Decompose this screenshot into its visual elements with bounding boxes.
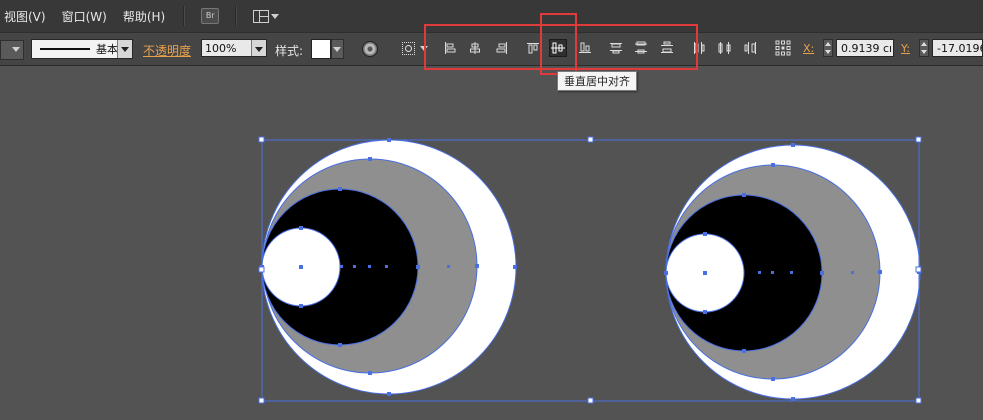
chevron-down-icon [271,13,280,19]
reference-point-button[interactable] [774,39,792,57]
stroke-weight-dropdown[interactable] [0,40,24,60]
isolate-group-icon[interactable] [402,42,415,55]
x-label[interactable]: X: [803,42,814,55]
stroke-profile-arrow[interactable] [117,40,132,58]
chevron-down-icon [255,47,263,52]
reference-point-icon [775,40,791,56]
artboard-canvas[interactable] [0,66,983,420]
graphic-style-swatch[interactable] [311,39,331,59]
variable-width-profile-select[interactable]: 基本 [31,39,133,59]
distribute-right-icon [744,42,756,54]
menu-divider [235,6,238,26]
y-stepper[interactable] [919,39,929,57]
chevron-down-icon [12,47,20,52]
bridge-button[interactable]: Br [201,8,220,24]
opacity-value: 100% [205,42,237,55]
recolor-artwork-icon[interactable] [362,41,378,57]
distribute-hcenter-icon [718,42,731,54]
chevron-down-icon [333,47,341,52]
stroke-profile-preview [40,48,90,50]
menu-divider [183,6,186,26]
menu-help[interactable]: 帮助(H) [113,8,175,25]
y-label[interactable]: Y: [901,42,910,55]
stroke-profile-label: 基本 [96,43,118,56]
chevron-down-icon [121,47,129,52]
y-input[interactable]: -17.0196 [932,39,983,57]
style-label: 样式: [275,44,304,58]
opacity-input[interactable]: 100% [201,39,267,57]
menu-window[interactable]: 窗口(W) [52,8,117,25]
x-stepper[interactable] [823,39,833,57]
opacity-label[interactable]: 不透明度 [143,42,191,59]
horizontal-distribute-center-button[interactable] [716,39,734,57]
horizontal-distribute-right-button[interactable] [742,39,760,57]
menu-view[interactable]: 视图(V) [0,8,56,25]
arrange-documents-button[interactable] [253,9,280,23]
opacity-arrow[interactable] [251,40,266,56]
arrange-documents-icon [253,9,270,23]
x-input[interactable]: 0.9139 cı [836,39,894,57]
tooltip: 垂直居中对齐 [557,71,637,91]
graphic-style-arrow[interactable] [331,39,344,59]
